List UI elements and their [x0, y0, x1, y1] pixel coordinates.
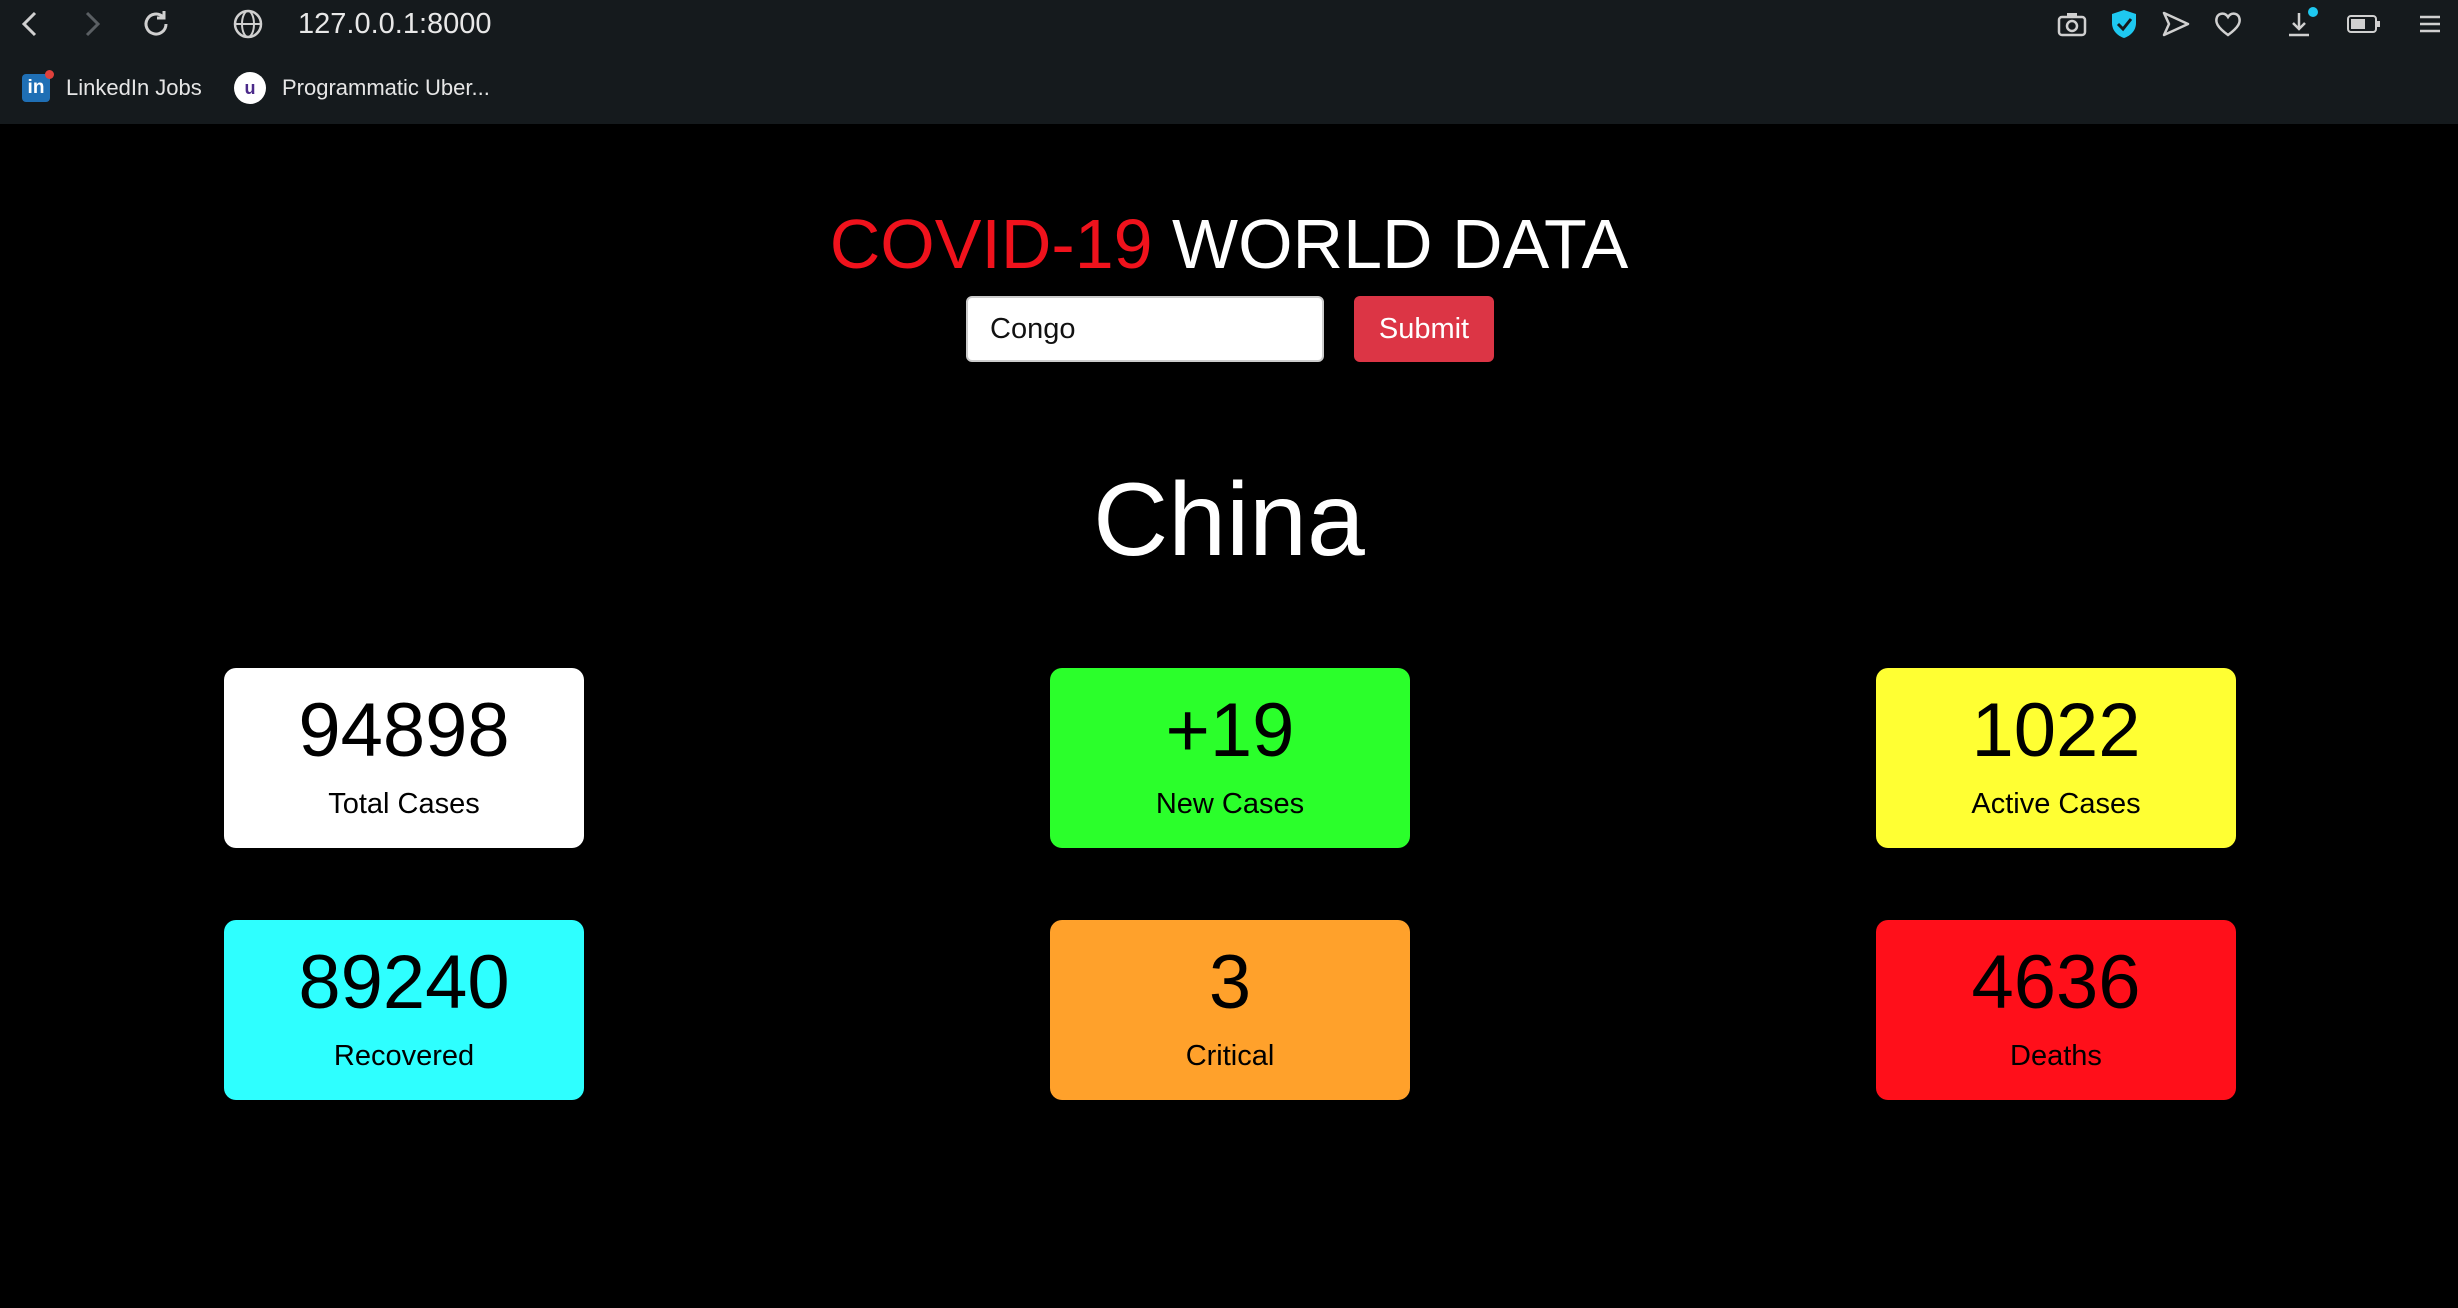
stat-card-new-cases: +19 New Cases: [1050, 668, 1410, 848]
chevron-left-icon: [21, 11, 37, 37]
udemy-icon: u: [234, 72, 266, 104]
menu-icon: [2420, 15, 2440, 33]
send-button[interactable]: [2156, 4, 2196, 44]
chevron-right-icon: [85, 11, 101, 37]
screenshot-button[interactable]: [2052, 4, 2092, 44]
stat-card-recovered: 89240 Recovered: [224, 920, 584, 1100]
globe-icon: [233, 9, 263, 39]
stat-label: New Cases: [1155, 788, 1305, 820]
bookmark-label: LinkedIn Jobs: [66, 75, 202, 100]
stat-value: 1022: [1971, 688, 2141, 773]
stat-label: Deaths: [2010, 1040, 2102, 1072]
bookmark-programmatic-uber[interactable]: u Programmatic Uber...: [234, 66, 490, 110]
stat-value: 4636: [1971, 940, 2141, 1025]
stat-value: 89240: [298, 940, 510, 1025]
title-highlight: COVID-19: [829, 205, 1153, 283]
stat-value: 94898: [298, 688, 510, 773]
battery-icon: [2347, 15, 2380, 33]
shield-button[interactable]: [2104, 4, 2144, 44]
stat-label: Active Cases: [1971, 788, 2141, 820]
browser-toolbar: 127.0.0.1:8000: [0, 0, 2458, 52]
forward-button[interactable]: [72, 4, 112, 44]
favorites-button[interactable]: [2208, 4, 2248, 44]
send-icon: [2162, 11, 2190, 37]
stat-card-total-cases: 94898 Total Cases: [224, 668, 584, 848]
downloads-button[interactable]: [2282, 4, 2322, 44]
stat-card-critical: 3 Critical: [1050, 920, 1410, 1100]
page-title: COVID-19 WORLD DATA: [0, 204, 2458, 284]
stat-label: Recovered: [333, 1040, 475, 1072]
title-rest: WORLD DATA: [1152, 205, 1629, 283]
country-name: China: [1093, 462, 1365, 578]
reload-icon: [144, 11, 168, 36]
page-content: COVID-19 WORLD DATA Submit China 94898 T…: [0, 124, 2458, 1308]
bookmark-linkedin-jobs[interactable]: in LinkedIn Jobs: [22, 66, 202, 110]
bookmarks-bar: in LinkedIn Jobs u Programmatic Uber...: [0, 66, 2458, 110]
country-search-input[interactable]: [966, 296, 1324, 362]
address-bar[interactable]: 127.0.0.1:8000: [298, 6, 492, 42]
stat-card-active-cases: 1022 Active Cases: [1876, 668, 2236, 848]
menu-button[interactable]: [2410, 4, 2450, 44]
reload-button[interactable]: [136, 4, 176, 44]
download-icon: [2289, 7, 2318, 37]
stat-label: Critical: [1185, 1040, 1275, 1072]
stat-value: +19: [1165, 688, 1295, 773]
submit-button[interactable]: Submit: [1354, 296, 1494, 362]
battery-button[interactable]: [2344, 4, 2384, 44]
back-button[interactable]: [10, 4, 50, 44]
site-info-button[interactable]: [228, 4, 268, 44]
camera-icon: [2057, 13, 2087, 37]
shield-icon: [2112, 10, 2136, 38]
browser-chrome: 127.0.0.1:8000 in LinkedIn Jobs u Progra…: [0, 0, 2458, 124]
linkedin-icon: in: [22, 70, 54, 102]
stat-value: 3: [1208, 940, 1252, 1025]
stat-card-deaths: 4636 Deaths: [1876, 920, 2236, 1100]
heart-icon: [2215, 12, 2241, 37]
stat-label: Total Cases: [328, 788, 480, 820]
bookmark-label: Programmatic Uber...: [282, 75, 490, 100]
